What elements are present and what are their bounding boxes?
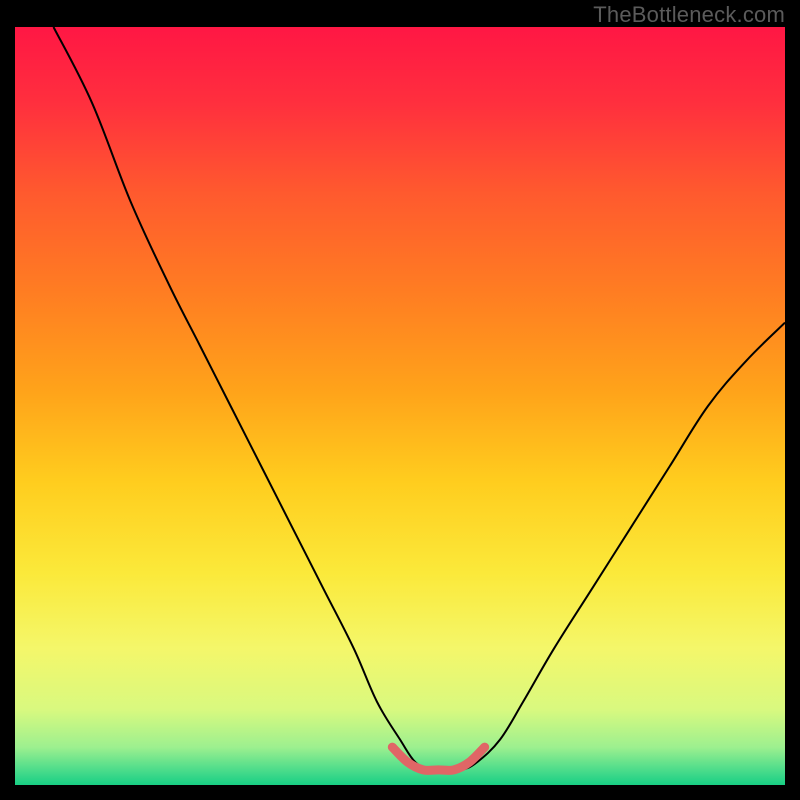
watermark-text: TheBottleneck.com <box>593 2 785 28</box>
bottleneck-chart <box>15 27 785 785</box>
gradient-background <box>15 27 785 785</box>
chart-frame: TheBottleneck.com <box>0 0 800 800</box>
plot-area <box>15 27 785 785</box>
